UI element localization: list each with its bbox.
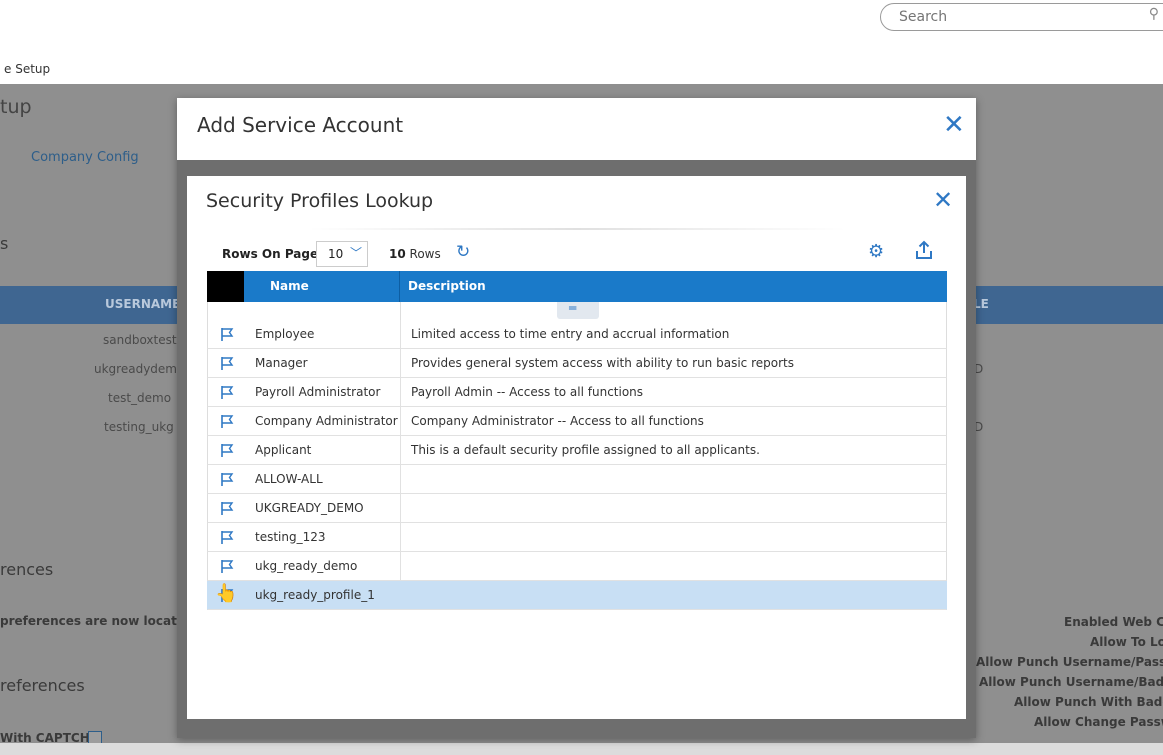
column-header-name[interactable]: Name	[244, 271, 400, 302]
page-title: tup	[0, 96, 32, 118]
table-row[interactable]: Employee Limited access to time entry and…	[207, 320, 947, 349]
rows-count-number: 10	[389, 247, 406, 261]
collapse-handle-icon: ═	[569, 301, 577, 315]
username-cell: ukgreadydemo	[94, 362, 185, 376]
column-label: Description	[408, 279, 486, 293]
flag-select-icon[interactable]	[219, 558, 235, 574]
flag-select-icon[interactable]	[219, 471, 235, 487]
table-row[interactable]: Manager Provides general system access wi…	[207, 349, 947, 378]
rows-count-label: Rows	[409, 247, 441, 261]
group-by-bar: ═	[207, 301, 947, 320]
profile-name: UKGREADY_DEMO	[255, 501, 364, 515]
profile-name: Payroll Administrator	[255, 385, 381, 399]
profile-name: ukg_ready_profile_1	[255, 588, 375, 602]
table-row[interactable]: ukg_ready_profile_1	[207, 581, 947, 610]
column-divider	[400, 436, 401, 464]
rows-count: 10 Rows	[389, 247, 441, 261]
right-setting-label: Allow Punch Username/Passwo	[976, 655, 1163, 669]
flag-select-icon[interactable]	[219, 355, 235, 371]
flag-select-icon[interactable]	[219, 529, 235, 545]
column-username[interactable]: USERNAME	[105, 297, 180, 311]
flag-select-icon[interactable]	[219, 442, 235, 458]
global-search[interactable]: ⚲	[880, 3, 1163, 31]
right-setting-label: Enabled Web Clo	[1064, 615, 1163, 629]
divider	[307, 228, 847, 230]
magnifier-icon[interactable]: ⚲	[1149, 6, 1159, 22]
table-row[interactable]: Company Administrator Company Administrat…	[207, 407, 947, 436]
column-divider	[400, 349, 401, 377]
upload-export-icon[interactable]	[914, 240, 934, 262]
flag-select-icon[interactable]	[219, 500, 235, 516]
profile-name: Company Administrator	[255, 414, 398, 428]
table-row[interactable]: UKGREADY_DEMO	[207, 494, 947, 523]
preferences-heading-2: references	[0, 676, 85, 695]
right-setting-label: Allow Punch With Badge	[1014, 695, 1163, 709]
column-divider	[400, 465, 401, 493]
column-divider	[400, 494, 401, 522]
table-row[interactable]: ukg_ready_demo	[207, 552, 947, 581]
column-divider	[400, 378, 401, 406]
close-x-icon[interactable]: ✕	[933, 188, 953, 212]
column-divider	[400, 320, 401, 348]
table-row[interactable]: Applicant This is a default security prof…	[207, 436, 947, 465]
preferences-note: preferences are now located v	[0, 614, 206, 628]
profile-description: Company Administrator -- Access to all f…	[411, 414, 704, 428]
profile-name: ukg_ready_demo	[255, 559, 358, 573]
preferences-heading: rences	[0, 560, 54, 579]
profile-name: testing_123	[255, 530, 326, 544]
hand-cursor-icon: 👆	[215, 583, 238, 604]
refresh-icon[interactable]: ↻	[456, 242, 470, 262]
profile-name: Employee	[255, 327, 315, 341]
rows-on-page-label: Rows On Page	[222, 247, 319, 261]
right-setting-label: Allow Punch Username/Badge	[979, 675, 1163, 689]
username-cell: testing_ukg	[104, 420, 174, 434]
dialog-header: Add Service Account ✕	[177, 98, 976, 160]
chevron-down-icon: ﹀	[350, 246, 363, 260]
profile-name: ALLOW-ALL	[255, 472, 323, 486]
right-setting-label: Allow Change Passwo	[1034, 715, 1163, 729]
column-divider	[400, 552, 401, 580]
gear-icon[interactable]: ⚙	[868, 241, 884, 262]
table-row[interactable]: testing_123	[207, 523, 947, 552]
lookup-toolbar: Rows On Page 10 ﹀ 10 Rows ↻ ⚙	[187, 240, 966, 268]
close-x-icon[interactable]: ✕	[943, 112, 965, 138]
table-row[interactable]: ALLOW-ALL	[207, 465, 947, 494]
rows-on-page-value: 10	[328, 247, 344, 261]
rows-on-page-select[interactable]: 10 ﹀	[316, 241, 368, 267]
search-input[interactable]	[897, 8, 1151, 26]
flag-select-icon[interactable]	[219, 413, 235, 429]
select-column-header	[207, 271, 244, 302]
profile-name: Manager	[255, 356, 308, 370]
profile-description: Payroll Admin -- Access to all functions	[411, 385, 644, 399]
column-divider	[400, 407, 401, 435]
right-setting-label: Allow To Log	[1090, 635, 1163, 649]
table-header: Name Description	[207, 271, 947, 302]
flag-select-icon[interactable]	[219, 326, 235, 342]
column-divider	[400, 523, 401, 551]
bottom-strip	[0, 743, 1163, 755]
flag-select-icon[interactable]	[219, 384, 235, 400]
profile-description: This is a default security profile assig…	[411, 443, 760, 457]
group-panel-toggle[interactable]: ═	[557, 301, 599, 319]
breadcrumb[interactable]: e Setup	[4, 62, 50, 76]
profile-name: Applicant	[255, 443, 312, 457]
tab-company-config[interactable]: Company Config	[31, 150, 139, 165]
lookup-title: Security Profiles Lookup	[206, 190, 434, 212]
column-divider	[400, 302, 401, 320]
username-cell: test_demo	[108, 391, 172, 405]
column-label: Name	[270, 279, 309, 293]
security-profiles-lookup-dialog: Security Profiles Lookup ✕ Rows On Page …	[187, 176, 966, 719]
username-cell: sandboxtest	[103, 333, 177, 347]
table-row[interactable]: Payroll Administrator Payroll Admin -- Ac…	[207, 378, 947, 407]
profile-description: Provides general system access with abil…	[411, 356, 794, 370]
column-header-description[interactable]: Description	[400, 271, 947, 302]
section-heading: s	[0, 234, 9, 253]
profiles-table: Name Description ═ Employee Limited acces…	[207, 271, 947, 610]
dialog-title: Add Service Account	[197, 113, 404, 137]
profile-description: Limited access to time entry and accrual…	[411, 327, 730, 341]
